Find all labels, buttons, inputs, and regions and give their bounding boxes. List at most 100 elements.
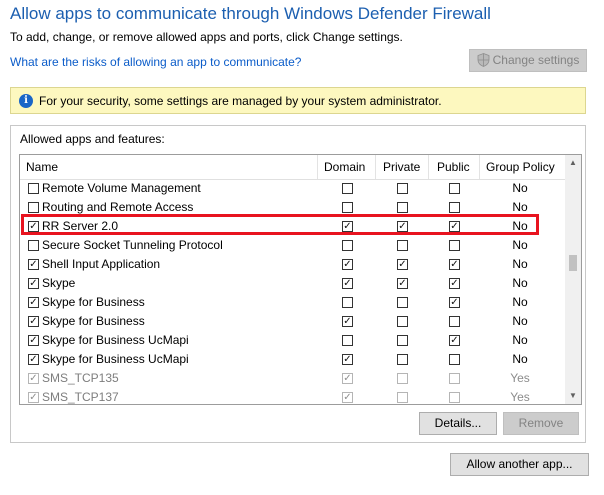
private-checkbox[interactable] [397, 183, 408, 194]
column-header-public[interactable]: Public [437, 160, 470, 174]
domain-checkbox[interactable]: ✓ [342, 259, 353, 270]
public-checkbox[interactable] [449, 316, 460, 327]
domain-checkbox[interactable] [342, 202, 353, 213]
table-row[interactable]: Routing and Remote Access No [20, 198, 565, 217]
table-row[interactable]: Remote Volume Management No [20, 179, 565, 198]
public-checkbox[interactable] [449, 392, 460, 403]
domain-checkbox[interactable]: ✓ [342, 316, 353, 327]
scroll-down-icon[interactable]: ▼ [565, 388, 581, 404]
private-checkbox[interactable] [397, 373, 408, 384]
column-header-private[interactable]: Private [383, 160, 420, 174]
remove-button[interactable]: Remove [503, 412, 579, 435]
table-row[interactable]: ✓ SMS_TCP137 ✓ Yes [20, 388, 565, 404]
enabled-checkbox[interactable]: ✓ [28, 278, 39, 289]
group-policy-value: No [512, 181, 528, 195]
private-checkbox[interactable] [397, 335, 408, 346]
change-settings-label: Change settings [492, 53, 580, 67]
column-divider [375, 155, 376, 179]
column-divider [428, 155, 429, 179]
app-name: RR Server 2.0 [42, 219, 119, 233]
enabled-checkbox[interactable]: ✓ [28, 335, 39, 346]
domain-checkbox[interactable]: ✓ [342, 373, 353, 384]
uac-shield-icon [477, 53, 490, 67]
private-checkbox[interactable] [397, 240, 408, 251]
app-name: Skype for Business UcMapi [42, 333, 189, 347]
public-checkbox[interactable]: ✓ [449, 297, 460, 308]
table-row[interactable]: ✓ Shell Input Application ✓ ✓ ✓ No [20, 255, 565, 274]
enabled-checkbox[interactable]: ✓ [28, 373, 39, 384]
table-row[interactable]: ✓ Skype ✓ ✓ ✓ No [20, 274, 565, 293]
public-checkbox[interactable]: ✓ [449, 278, 460, 289]
scroll-up-icon[interactable]: ▲ [565, 155, 581, 171]
domain-checkbox[interactable] [342, 240, 353, 251]
enabled-checkbox[interactable]: ✓ [28, 221, 39, 232]
enabled-checkbox[interactable] [28, 202, 39, 213]
private-checkbox[interactable]: ✓ [397, 278, 408, 289]
column-divider [317, 155, 318, 179]
private-checkbox[interactable] [397, 316, 408, 327]
banner-text: For your security, some settings are man… [39, 94, 442, 108]
domain-checkbox[interactable]: ✓ [342, 278, 353, 289]
private-checkbox[interactable] [397, 297, 408, 308]
group-policy-value: No [512, 276, 528, 290]
public-checkbox[interactable] [449, 183, 460, 194]
table-row[interactable]: Secure Socket Tunneling Protocol No [20, 236, 565, 255]
table-row[interactable]: ✓ Skype for Business ✓ No [20, 312, 565, 331]
table-row[interactable]: ✓ Skype for Business ✓ No [20, 293, 565, 312]
domain-checkbox[interactable]: ✓ [342, 221, 353, 232]
private-checkbox[interactable] [397, 392, 408, 403]
details-button[interactable]: Details... [419, 412, 497, 435]
table-row[interactable]: ✓ RR Server 2.0 ✓ ✓ ✓ No [20, 217, 565, 236]
group-policy-value: No [512, 352, 528, 366]
domain-checkbox[interactable]: ✓ [342, 392, 353, 403]
public-checkbox[interactable]: ✓ [449, 335, 460, 346]
public-checkbox[interactable]: ✓ [449, 221, 460, 232]
app-name: Routing and Remote Access [42, 200, 194, 214]
allow-another-app-button[interactable]: Allow another app... [450, 453, 589, 476]
public-checkbox[interactable] [449, 202, 460, 213]
enabled-checkbox[interactable]: ✓ [28, 392, 39, 403]
group-policy-value: Yes [510, 390, 530, 404]
private-checkbox[interactable] [397, 354, 408, 365]
enabled-checkbox[interactable]: ✓ [28, 316, 39, 327]
domain-checkbox[interactable] [342, 183, 353, 194]
enabled-checkbox[interactable] [28, 240, 39, 251]
change-settings-button[interactable]: Change settings [469, 49, 587, 72]
enabled-checkbox[interactable]: ✓ [28, 354, 39, 365]
group-policy-value: No [512, 314, 528, 328]
public-checkbox[interactable] [449, 354, 460, 365]
domain-checkbox[interactable]: ✓ [342, 354, 353, 365]
enabled-checkbox[interactable] [28, 183, 39, 194]
group-policy-value: Yes [510, 371, 530, 385]
public-checkbox[interactable] [449, 240, 460, 251]
table-row[interactable]: ✓ SMS_TCP135 ✓ Yes [20, 369, 565, 388]
scroll-thumb[interactable] [569, 255, 577, 271]
allowed-apps-list[interactable]: Name Domain Private Public Group Policy … [19, 154, 582, 405]
group-policy-value: No [512, 238, 528, 252]
column-header-group-policy[interactable]: Group Policy [486, 160, 555, 174]
column-header-domain[interactable]: Domain [324, 160, 365, 174]
app-name: Shell Input Application [42, 257, 161, 271]
risks-link[interactable]: What are the risks of allowing an app to… [10, 55, 301, 69]
column-header-name[interactable]: Name [26, 160, 58, 174]
app-name: Skype [42, 276, 76, 290]
table-row[interactable]: ✓ Skype for Business UcMapi ✓ No [20, 331, 565, 350]
table-row[interactable]: ✓ Skype for Business UcMapi ✓ No [20, 350, 565, 369]
public-checkbox[interactable]: ✓ [449, 259, 460, 270]
allowed-apps-label: Allowed apps and features: [20, 132, 165, 146]
group-policy-value: No [512, 257, 528, 271]
private-checkbox[interactable]: ✓ [397, 221, 408, 232]
private-checkbox[interactable] [397, 202, 408, 213]
domain-checkbox[interactable] [342, 335, 353, 346]
enabled-checkbox[interactable]: ✓ [28, 297, 39, 308]
private-checkbox[interactable]: ✓ [397, 259, 408, 270]
domain-checkbox[interactable] [342, 297, 353, 308]
app-name: Skype for Business [42, 295, 145, 309]
page-subtitle: To add, change, or remove allowed apps a… [10, 30, 403, 44]
enabled-checkbox[interactable]: ✓ [28, 259, 39, 270]
group-policy-value: No [512, 295, 528, 309]
admin-managed-banner: i For your security, some settings are m… [10, 87, 586, 114]
vertical-scrollbar[interactable]: ▲ ▼ [565, 155, 581, 404]
public-checkbox[interactable] [449, 373, 460, 384]
page-title: Allow apps to communicate through Window… [10, 4, 491, 23]
